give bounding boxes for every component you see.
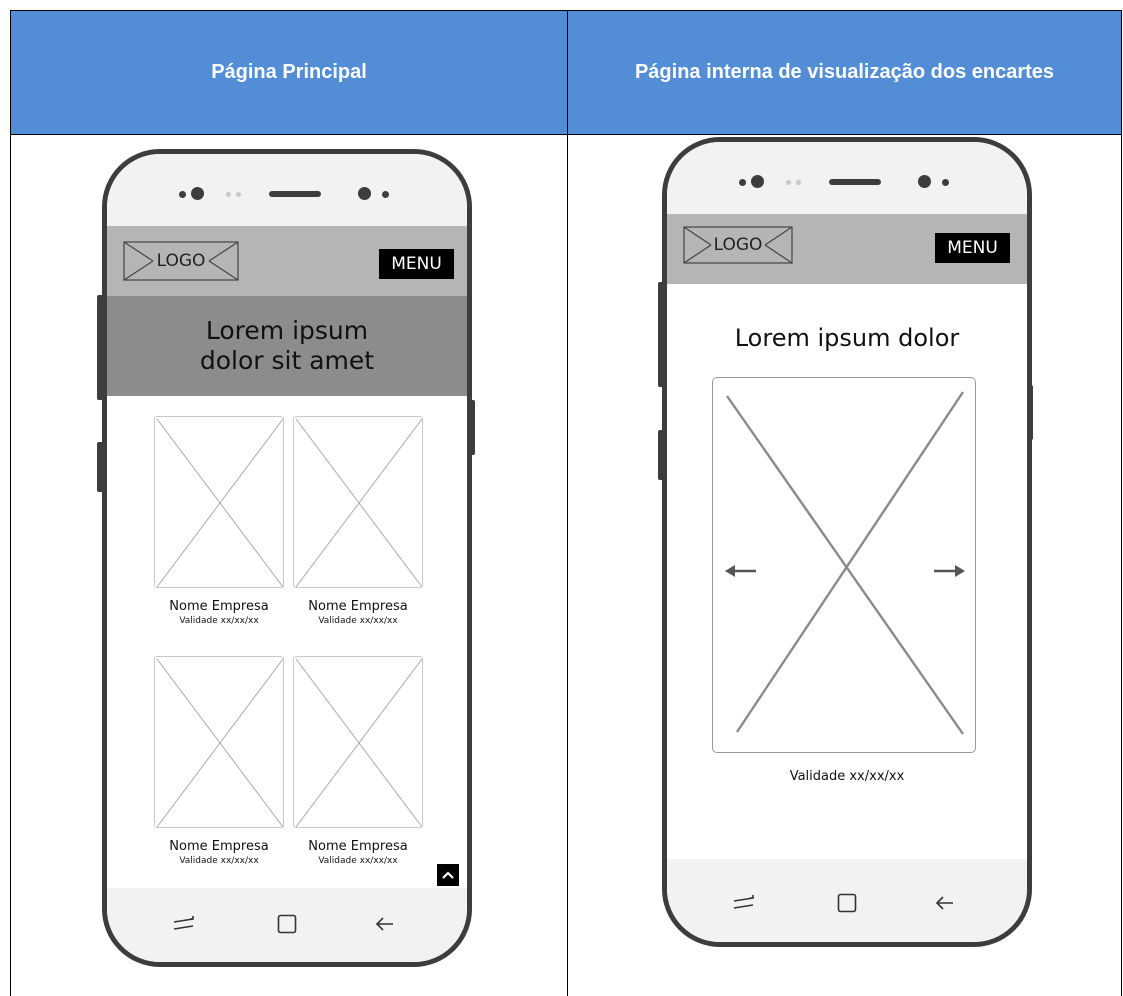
chevron-up-icon [442,871,454,879]
home-icon[interactable] [837,893,857,913]
company-name: Nome Empresa [169,599,269,614]
recent-apps-icon[interactable] [173,915,195,933]
image-placeholder-icon [295,418,423,588]
hero-title: Lorem ipsum dolor sit amet [199,316,375,375]
logo-text: LOGO [156,251,206,271]
front-camera-icon [751,175,764,188]
sensor-dot-icon [786,180,791,185]
flyer-thumbnail[interactable] [293,656,423,828]
speaker-grille-icon [829,179,881,185]
phone-frame-home: LOGO MENU Lorem ipsum dolor sit amet Nom… [102,149,472,967]
logo[interactable]: LOGO [123,241,239,281]
validity-date: Validade xx/xx/xx [318,856,398,866]
phone-top-bezel [667,142,1027,214]
logo-text: LOGO [713,235,763,255]
column-header-main-page: Página Principal [10,10,568,135]
iris-scanner-icon [918,175,931,188]
phone-frame-inner: LOGO MENU Lorem ipsum dolor Validade xx/… [662,137,1032,947]
app-header: LOGO MENU [667,214,1027,284]
flyer-viewer[interactable] [712,377,976,753]
phone-top-bezel [107,154,467,226]
sensor-dot-icon [236,192,241,197]
sensor-dot-icon [739,179,746,186]
wireframe-table: Página Principal Página interna de visua… [10,10,1122,996]
validity-date: Validade xx/xx/xx [789,769,905,784]
page-title: Lorem ipsum dolor [734,324,960,352]
android-nav-bar [107,888,467,962]
arrow-right-icon[interactable] [933,564,965,578]
logo[interactable]: LOGO [683,226,793,264]
sensor-dot-icon [179,191,186,198]
speaker-grille-icon [269,191,321,197]
recent-apps-icon[interactable] [733,894,755,912]
cell-main-page: LOGO MENU Lorem ipsum dolor sit amet Nom… [10,135,567,996]
validity-date: Validade xx/xx/xx [179,616,259,626]
hero-banner: Lorem ipsum dolor sit amet [107,296,467,396]
arrow-left-icon[interactable] [725,564,757,578]
menu-button[interactable]: MENU [379,249,454,279]
image-placeholder-icon [156,658,284,828]
flyer-thumbnail[interactable] [154,656,284,828]
back-icon[interactable] [935,893,955,913]
sensor-dot-icon [382,191,389,198]
column-header-inner-page: Página interna de visualização dos encar… [567,10,1122,135]
company-name: Nome Empresa [169,839,269,854]
company-name: Nome Empresa [308,599,408,614]
flyer-thumbnail[interactable] [154,416,284,588]
cell-inner-page: LOGO MENU Lorem ipsum dolor Validade xx/… [567,135,1122,996]
image-placeholder-icon [156,418,284,588]
iris-scanner-icon [358,187,371,200]
home-icon[interactable] [277,914,297,934]
sensor-dot-icon [942,179,949,186]
sensor-dot-icon [226,192,231,197]
flyer-thumbnail[interactable] [293,416,423,588]
app-header: LOGO MENU [107,226,467,296]
validity-date: Validade xx/xx/xx [318,616,398,626]
android-nav-bar [667,859,1027,942]
menu-button[interactable]: MENU [935,233,1010,263]
image-placeholder-icon [295,658,423,828]
sensor-dot-icon [796,180,801,185]
company-name: Nome Empresa [308,839,408,854]
back-icon[interactable] [375,914,395,934]
front-camera-icon [191,187,204,200]
validity-date: Validade xx/xx/xx [179,856,259,866]
scroll-top-button[interactable] [437,864,459,886]
